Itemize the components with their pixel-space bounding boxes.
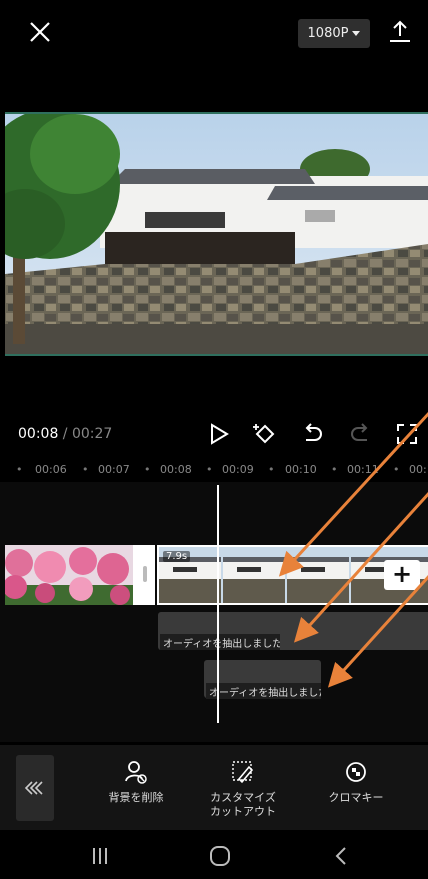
ruler-dot: •	[393, 463, 400, 476]
video-clip-flowers[interactable]	[5, 545, 133, 605]
ruler-dot: •	[144, 463, 151, 476]
ruler-tick: 00:10	[285, 463, 317, 476]
remove-background-tool[interactable]: 背景を削除	[86, 759, 186, 805]
custom-cutout-label-line2: カットアウト	[210, 805, 276, 818]
cutout-brush-icon	[232, 761, 254, 784]
close-icon[interactable]	[26, 18, 54, 46]
playback-controls: 00:08 / 00:27	[0, 410, 428, 460]
ruler-tick: 00:11	[347, 463, 379, 476]
collapse-button[interactable]	[16, 755, 54, 821]
ruler-dot: •	[82, 463, 89, 476]
ruler-dot: •	[268, 463, 275, 476]
resolution-dropdown[interactable]: 1080P	[298, 19, 370, 48]
recent-apps-icon[interactable]	[88, 845, 112, 867]
flowers-thumbnail	[5, 545, 133, 605]
custom-cutout-tool[interactable]: カスタマイズ カットアウト	[193, 759, 293, 819]
person-remove-icon	[125, 761, 147, 784]
caret-down-icon	[352, 31, 361, 36]
chroma-key-tool[interactable]: クロマキー	[306, 759, 406, 805]
ruler-dot: •	[16, 463, 23, 476]
resolution-label: 1080P	[307, 26, 349, 41]
top-bar: 1080P	[0, 0, 428, 110]
audio-clip-2-label: オーディオを抽出しました6	[206, 683, 321, 699]
chroma-key-icon	[346, 762, 366, 782]
bottom-toolbar: 背景を削除 カスタマイズ カットアウト クロマキー	[0, 745, 428, 830]
ruler-tick: 00:07	[98, 463, 130, 476]
total-time: 00:27	[71, 426, 113, 442]
audio-clip-1-label: オーディオを抽出しました7	[160, 634, 280, 650]
redo-icon[interactable]	[347, 420, 375, 448]
custom-cutout-label-line1: カスタマイズ	[210, 791, 276, 804]
timeline-ruler[interactable]: • 00:06 • 00:07 • 00:08 • 00:09 • 00:10 …	[0, 458, 428, 480]
ruler-tick: 00:08	[160, 463, 192, 476]
ruler-tick: 00:1	[409, 463, 428, 476]
time-separator: /	[58, 426, 72, 442]
timecode: 00:08 / 00:27	[18, 426, 112, 442]
remove-background-label: 背景を削除	[108, 791, 164, 804]
add-clip-button[interactable]: +	[384, 560, 420, 590]
ruler-dot: •	[206, 463, 213, 476]
home-icon[interactable]	[208, 845, 232, 867]
chroma-key-label: クロマキー	[328, 791, 384, 804]
video-preview[interactable]	[5, 112, 428, 356]
back-icon[interactable]	[330, 845, 354, 867]
undo-icon[interactable]	[298, 420, 326, 448]
double-chevron-left-icon	[24, 781, 43, 795]
play-icon[interactable]	[205, 420, 233, 448]
system-nav-bar	[0, 830, 428, 879]
fullscreen-icon[interactable]	[393, 420, 421, 448]
ruler-dot: •	[331, 463, 338, 476]
playhead[interactable]	[217, 485, 219, 723]
current-time: 00:08	[18, 426, 59, 442]
transition-handle[interactable]	[143, 566, 147, 582]
clip-duration-badge: 7.9s	[163, 551, 191, 562]
ruler-tick: 00:06	[35, 463, 67, 476]
preview-image	[5, 114, 428, 354]
keyframe-icon[interactable]	[250, 420, 278, 448]
export-icon[interactable]	[386, 18, 414, 46]
ruler-tick: 00:09	[222, 463, 254, 476]
